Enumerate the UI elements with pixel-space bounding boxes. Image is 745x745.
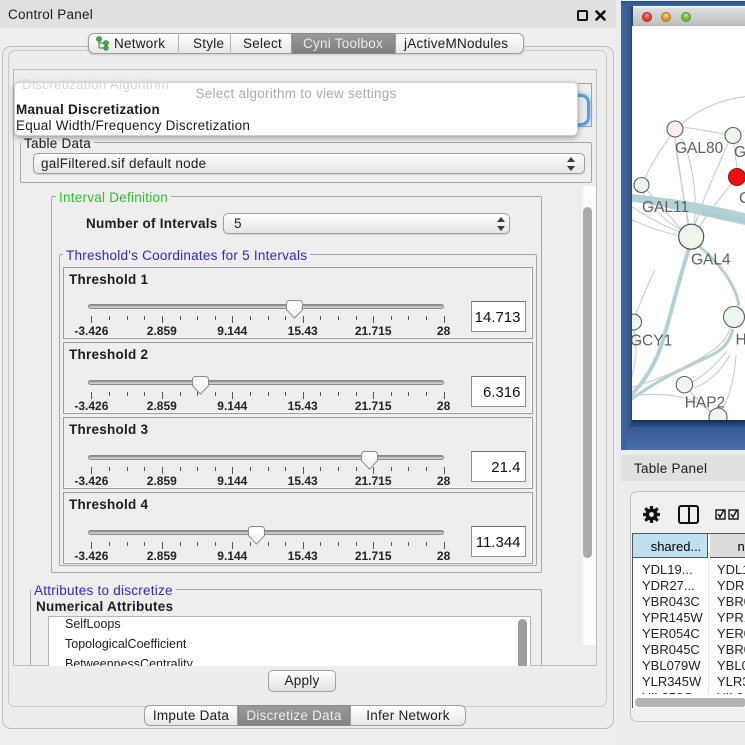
svg-text:C: C <box>739 190 745 207</box>
svg-text:H: H <box>736 332 745 349</box>
svg-text:GCY1: GCY1 <box>632 333 672 350</box>
svg-text:GAL80: GAL80 <box>675 140 724 157</box>
svg-text:HAP2: HAP2 <box>685 395 726 412</box>
svg-text:GAL4: GAL4 <box>691 252 731 269</box>
svg-text:GAL11: GAL11 <box>642 199 689 216</box>
svg-text:G.: G. <box>734 144 745 161</box>
